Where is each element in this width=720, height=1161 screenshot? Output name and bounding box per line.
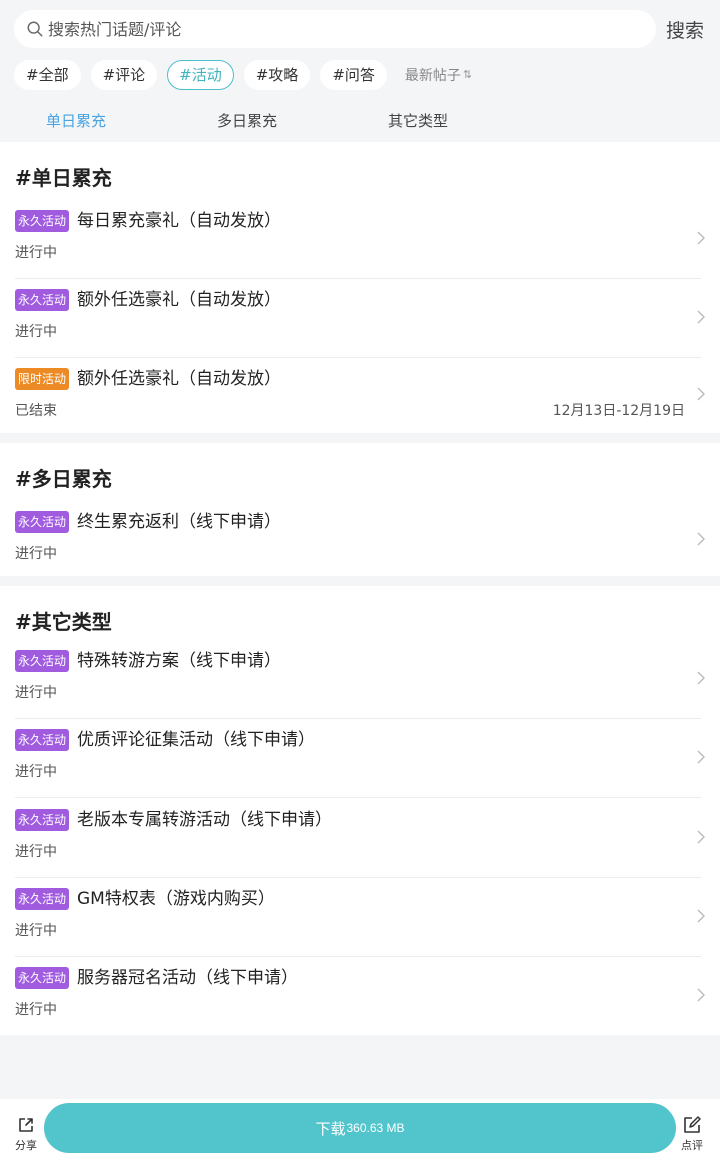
tag-activity[interactable]: #活动 (167, 59, 234, 90)
share-label: 分享 (15, 1139, 37, 1152)
badge-permanent: 永久活动 (15, 729, 70, 751)
badge-limited: 限时活动 (15, 368, 70, 390)
section-title: #单日累充 (15, 166, 112, 190)
badge-permanent: 永久活动 (15, 210, 70, 232)
list-item[interactable]: 永久活动 GM特权表（游戏内购买） 进行中 (15, 878, 705, 957)
item-status: 进行中 (15, 324, 57, 340)
download-size: 360.63 MB (346, 1121, 405, 1135)
search-row: 搜索 (14, 10, 714, 48)
download-label: 下载 (315, 1120, 346, 1138)
badge-permanent: 永久活动 (15, 888, 70, 910)
top-area: 搜索 #全部 #评论 #活动 #攻略 #问答 最新帖子 ⇅ 单日累充 多日累充 … (0, 0, 720, 142)
share-icon (19, 1118, 33, 1132)
bottom-bar: 分享 下载 360.63 MB 点评 (0, 1099, 720, 1161)
sort-label: 最新帖子 (404, 67, 461, 84)
tabs-row: 单日累充 多日累充 其它类型 (0, 100, 720, 140)
chevron-right-icon (697, 830, 705, 844)
badge-permanent: 永久活动 (15, 511, 70, 533)
item-status: 进行中 (15, 245, 57, 261)
download-button[interactable]: 下载 360.63 MB (44, 1103, 676, 1153)
item-title: 每日累充豪礼（自动发放） (77, 211, 281, 231)
section-title: #其它类型 (15, 610, 112, 634)
tag-qa[interactable]: #问答 (320, 59, 387, 90)
list-item[interactable]: 永久活动 额外任选豪礼（自动发放） 进行中 (15, 279, 705, 358)
chevron-right-icon (697, 231, 705, 245)
chevron-right-icon (697, 750, 705, 764)
section-other: #其它类型 永久活动 特殊转游方案（线下申请） 进行中 永久活动 优质评论征集活… (0, 586, 720, 1035)
item-status: 进行中 (15, 764, 57, 780)
tag-guide[interactable]: #攻略 (243, 59, 311, 90)
chevron-right-icon (697, 988, 705, 1002)
chevron-right-icon (697, 671, 705, 685)
item-status: 进行中 (15, 923, 57, 939)
item-title: 老版本专属转游活动（线下申请） (77, 810, 332, 830)
list-item[interactable]: 永久活动 终生累充返利（线下申请） 进行中 (15, 501, 705, 576)
item-title: 终生累充返利（线下申请） (77, 512, 281, 532)
chevron-right-icon (697, 387, 705, 401)
badge-permanent: 永久活动 (15, 650, 70, 672)
badge-permanent: 永久活动 (15, 967, 70, 989)
search-input[interactable] (48, 19, 628, 39)
review-button[interactable]: 点评 (674, 1115, 710, 1153)
item-status: 进行中 (15, 685, 57, 701)
item-status: 进行中 (15, 1002, 57, 1018)
list-item[interactable]: 永久活动 老版本专属转游活动（线下申请） 进行中 (15, 799, 705, 878)
sort-button[interactable]: 最新帖子 ⇅ (405, 65, 472, 85)
chevron-right-icon (697, 532, 705, 546)
share-button[interactable]: 分享 (8, 1115, 44, 1153)
filter-tags: #全部 #评论 #活动 #攻略 #问答 最新帖子 ⇅ (14, 59, 472, 90)
list-item[interactable]: 永久活动 服务器冠名活动（线下申请） 进行中 (15, 957, 705, 1035)
search-icon (27, 21, 43, 37)
sort-arrows-icon: ⇅ (462, 68, 473, 81)
chevron-right-icon (697, 909, 705, 923)
tab-multi-day[interactable]: 多日累充 (217, 110, 277, 131)
item-title: 特殊转游方案（线下申请） (77, 651, 281, 671)
tab-single-day[interactable]: 单日累充 (46, 110, 106, 131)
list-item[interactable]: 永久活动 每日累充豪礼（自动发放） 进行中 (15, 200, 705, 279)
badge-permanent: 永久活动 (15, 809, 70, 831)
item-title: 优质评论征集活动（线下申请） (77, 730, 315, 750)
chevron-right-icon (697, 310, 705, 324)
item-status: 进行中 (15, 546, 57, 562)
item-title: 服务器冠名活动（线下申请） (77, 968, 298, 988)
edit-icon (684, 1116, 701, 1133)
search-button[interactable]: 搜索 (666, 16, 704, 43)
item-title: 额外任选豪礼（自动发放） (77, 369, 281, 389)
item-status: 已结束 (15, 403, 57, 419)
list-item[interactable]: 永久活动 特殊转游方案（线下申请） 进行中 (15, 640, 705, 719)
item-title: GM特权表（游戏内购买） (77, 889, 275, 909)
divider (15, 797, 701, 798)
tag-all[interactable]: #全部 (14, 59, 81, 90)
section-multi-day: #多日累充 永久活动 终生累充返利（线下申请） 进行中 (0, 443, 720, 576)
item-date: 12月13日-12月19日 (552, 403, 685, 419)
search-box[interactable] (14, 10, 656, 48)
section-title: #多日累充 (15, 467, 112, 491)
badge-permanent: 永久活动 (15, 289, 70, 311)
tag-comment[interactable]: #评论 (90, 59, 158, 90)
list-item[interactable]: 永久活动 优质评论征集活动（线下申请） 进行中 (15, 719, 705, 798)
list-item[interactable]: 限时活动 额外任选豪礼（自动发放） 已结束 12月13日-12月19日 (15, 358, 705, 433)
item-title: 额外任选豪礼（自动发放） (77, 290, 281, 310)
review-label: 点评 (681, 1139, 703, 1152)
section-single-day: #单日累充 永久活动 每日累充豪礼（自动发放） 进行中 永久活动 额外任选豪礼（… (0, 142, 720, 433)
tab-other[interactable]: 其它类型 (388, 110, 448, 131)
item-status: 进行中 (15, 844, 57, 860)
